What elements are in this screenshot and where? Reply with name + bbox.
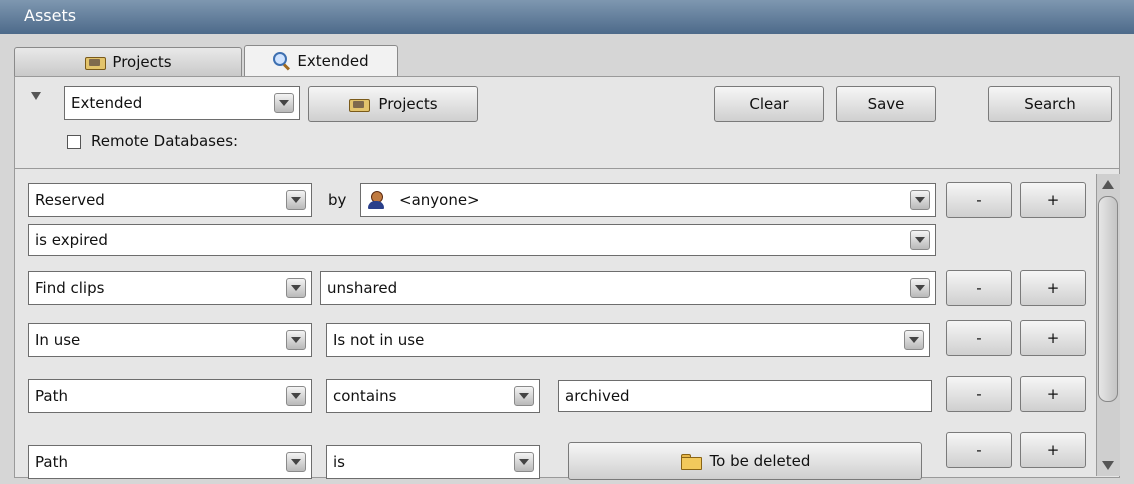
clear-button[interactable]: Clear <box>714 86 824 122</box>
criteria-operator-select[interactable]: contains <box>326 379 540 413</box>
remove-criteria-button[interactable]: - <box>946 376 1012 412</box>
criteria-field-value: Reserved <box>35 191 105 209</box>
divider <box>14 168 1120 169</box>
chevron-down-icon[interactable] <box>514 386 534 406</box>
chevron-down-icon[interactable] <box>910 230 930 250</box>
criteria-field-value: Find clips <box>35 279 105 297</box>
add-criteria-button[interactable]: + <box>1020 376 1086 412</box>
criteria-subcondition-value: is expired <box>35 231 108 249</box>
chevron-down-icon[interactable] <box>286 330 306 350</box>
tab-label: Projects <box>112 53 172 71</box>
criteria-user-value: <anyone> <box>399 191 480 209</box>
projects-icon <box>348 96 371 112</box>
criteria-field-value: In use <box>35 331 81 349</box>
criteria-connector: by <box>328 191 347 209</box>
chevron-down-icon[interactable] <box>910 278 930 298</box>
collapse-triangle-icon[interactable] <box>31 92 41 100</box>
user-icon <box>367 191 385 209</box>
remove-criteria-button[interactable]: - <box>946 320 1012 356</box>
criteria-field-select[interactable]: Path <box>28 445 312 479</box>
projects-button[interactable]: Projects <box>308 86 478 122</box>
save-button[interactable]: Save <box>836 86 936 122</box>
criteria-text-value: archived <box>565 387 630 405</box>
mode-select-value: Extended <box>71 94 143 112</box>
remove-criteria-button[interactable]: - <box>946 270 1012 306</box>
criteria-value: Is not in use <box>333 331 425 349</box>
chevron-down-icon[interactable] <box>514 452 534 472</box>
criteria-value-select[interactable]: Is not in use <box>326 323 930 357</box>
criteria-value: unshared <box>327 279 398 297</box>
projects-icon <box>84 54 107 70</box>
chevron-down-icon[interactable] <box>904 330 924 350</box>
remote-databases-label: Remote Databases: <box>91 132 239 150</box>
criteria-operator-value: contains <box>333 387 397 405</box>
search-button[interactable]: Search <box>988 86 1112 122</box>
criteria-field-select[interactable]: Path <box>28 379 312 413</box>
folder-picker-label: To be deleted <box>709 452 811 470</box>
criteria-field-value: Path <box>35 453 68 471</box>
criteria-operator-value: is <box>333 453 345 471</box>
criteria-subcondition-select[interactable]: is expired <box>28 224 936 256</box>
criteria-field-select[interactable]: Reserved <box>28 183 312 217</box>
chevron-down-icon[interactable] <box>274 93 294 113</box>
chevron-down-icon[interactable] <box>286 452 306 472</box>
add-criteria-button[interactable]: + <box>1020 182 1086 218</box>
criteria-field-select[interactable]: Find clips <box>28 271 312 305</box>
tab-extended[interactable]: Extended <box>244 45 398 76</box>
scroll-down-arrow-icon[interactable] <box>1102 461 1114 470</box>
criteria-field-select[interactable]: In use <box>28 323 312 357</box>
tab-projects[interactable]: Projects <box>14 47 242 76</box>
tab-label: Extended <box>297 52 369 70</box>
criteria-field-value: Path <box>35 387 68 405</box>
criteria-value-select[interactable]: unshared <box>320 271 936 305</box>
chevron-down-icon[interactable] <box>286 386 306 406</box>
projects-button-label: Projects <box>378 95 438 113</box>
search-icon <box>273 52 291 70</box>
mode-select[interactable]: Extended <box>64 86 300 120</box>
folder-icon <box>680 453 702 470</box>
chevron-down-icon[interactable] <box>910 190 930 210</box>
criteria-user-select[interactable]: <anyone> <box>360 183 936 217</box>
add-criteria-button[interactable]: + <box>1020 432 1086 468</box>
criteria-text-input[interactable]: archived <box>558 380 932 412</box>
window-title: Assets <box>0 0 1134 34</box>
remove-criteria-button[interactable]: - <box>946 432 1012 468</box>
folder-picker-button[interactable]: To be deleted <box>568 442 922 480</box>
criteria-operator-select[interactable]: is <box>326 445 540 479</box>
scrollbar-thumb[interactable] <box>1098 196 1118 402</box>
remove-criteria-button[interactable]: - <box>946 182 1012 218</box>
add-criteria-button[interactable]: + <box>1020 320 1086 356</box>
scroll-up-arrow-icon[interactable] <box>1102 180 1114 189</box>
chevron-down-icon[interactable] <box>286 278 306 298</box>
chevron-down-icon[interactable] <box>286 190 306 210</box>
remote-databases-checkbox[interactable] <box>67 135 81 149</box>
add-criteria-button[interactable]: + <box>1020 270 1086 306</box>
